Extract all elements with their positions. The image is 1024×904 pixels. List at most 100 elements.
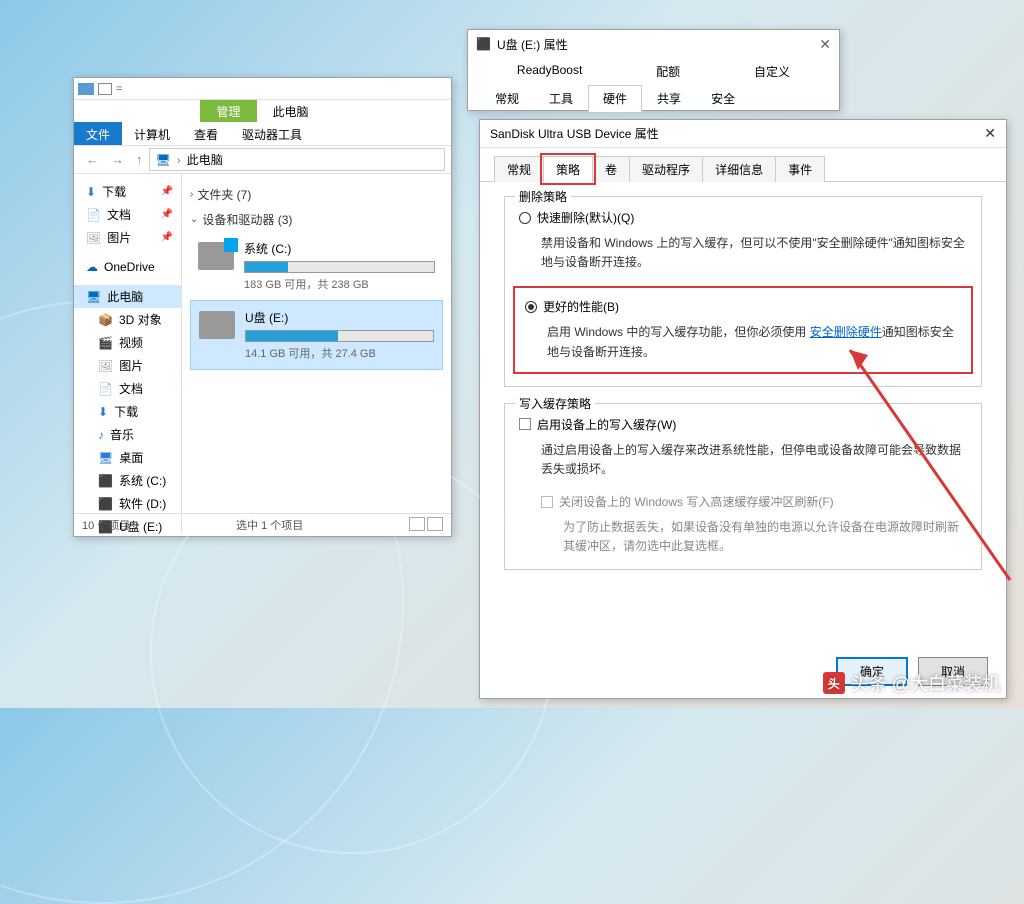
sidebar-item-documents[interactable]: 📄文档📌 xyxy=(74,203,181,226)
video-icon: 🎬 xyxy=(98,336,113,350)
tab-tools[interactable]: 工具 xyxy=(534,85,588,112)
sidebar-label: OneDrive xyxy=(104,260,155,274)
sidebar-item-downloads[interactable]: ⬇下载📌 xyxy=(74,180,181,203)
pc-icon: 🖥 xyxy=(156,153,171,167)
sidebar-label: 系统 (C:) xyxy=(119,472,166,489)
tab-general[interactable]: 常规 xyxy=(480,85,534,112)
picture-icon: 🖼 xyxy=(86,231,101,245)
tab-customize[interactable]: 自定义 xyxy=(739,58,805,85)
sidebar-item-downloads2[interactable]: ⬇下载 xyxy=(74,400,181,423)
checkbox-label: 启用设备上的写入缓存(W) xyxy=(537,416,676,433)
chevron-down-icon: ⌄ xyxy=(190,214,198,225)
explorer-content: ›文件夹 (7) ⌄ 设备和驱动器 (3) 系统 (C:) 183 GB 可用，共… xyxy=(182,174,451,534)
sidebar-item-videos[interactable]: 🎬视频 xyxy=(74,331,181,354)
drive-c[interactable]: 系统 (C:) 183 GB 可用，共 238 GB xyxy=(190,232,443,300)
menu-view[interactable]: 查看 xyxy=(182,122,230,145)
nav-fwd-icon[interactable]: → xyxy=(111,152,124,167)
sidebar-item-sysc[interactable]: ⬛ 系统 (C:) xyxy=(74,469,181,492)
nav-back-icon[interactable]: ← xyxy=(86,152,99,167)
download-icon: ⬇ xyxy=(86,185,96,199)
sidebar-item-onedrive[interactable]: ☁OneDrive xyxy=(74,257,181,277)
enable-cache-desc: 通过启用设备上的写入缓存来改进系统性能，但停电或设备故障可能会导致数据丢失或损坏… xyxy=(519,441,967,479)
sidebar-label: 桌面 xyxy=(119,449,143,466)
drive-icon xyxy=(199,311,235,339)
safely-remove-link[interactable]: 安全删除硬件 xyxy=(810,325,882,339)
explorer-menu: 文件 计算机 查看 驱动器工具 xyxy=(74,122,451,146)
sidebar-label: 软件 (D:) xyxy=(119,495,166,512)
menu-computer[interactable]: 计算机 xyxy=(122,122,182,145)
quick-removal-desc: 禁用设备和 Windows 上的写入缓存，但可以不使用"安全删除硬件"通知图标安… xyxy=(519,234,967,272)
menu-file[interactable]: 文件 xyxy=(74,122,122,145)
drive-icon: ⬛ xyxy=(98,474,113,488)
folder-icon xyxy=(98,83,112,95)
pc-icon: 🖥 xyxy=(86,290,101,304)
watermark-icon: 头 xyxy=(823,672,845,694)
drive-icon: ⬛ xyxy=(476,37,491,51)
chevron-right-icon: › xyxy=(190,189,193,200)
ribbon-tab-thispc: 此电脑 xyxy=(257,100,325,122)
sidebar-item-desktop[interactable]: 🖥 桌面 xyxy=(74,446,181,469)
sidebar-item-pictures2[interactable]: 🖼 图片 xyxy=(74,354,181,377)
checkbox-icon xyxy=(519,418,531,430)
menu-drive-tools[interactable]: 驱动器工具 xyxy=(230,122,314,145)
nav-up-icon[interactable]: ↑ xyxy=(136,152,143,167)
device-properties-dialog: SanDisk Ultra USB Device 属性 ✕ 常规 策略 卷 驱动… xyxy=(479,119,1007,699)
sidebar-item-thispc[interactable]: 🖥此电脑 xyxy=(74,285,181,308)
ribbon-tab-manage[interactable]: 管理 xyxy=(200,100,256,122)
tab-hardware[interactable]: 硬件 xyxy=(588,85,642,112)
document-icon: 📄 xyxy=(86,208,101,222)
tab-policy[interactable]: 策略 xyxy=(543,156,593,182)
explorer-sidebar: ⬇下载📌 📄文档📌 🖼图片📌 ☁OneDrive 🖥此电脑 📦3D 对象 🎬视频… xyxy=(74,174,182,534)
sidebar-item-music[interactable]: ♪音乐 xyxy=(74,423,181,446)
address-text: 此电脑 xyxy=(187,151,223,168)
tab-quota[interactable]: 配额 xyxy=(641,58,695,85)
tab-volumes[interactable]: 卷 xyxy=(592,156,630,182)
radio-quick-removal[interactable]: 快速删除(默认)(Q) xyxy=(519,209,967,226)
group-label: 设备和驱动器 (3) xyxy=(202,211,292,228)
group-title: 写入缓存策略 xyxy=(515,395,595,412)
sidebar-label: 图片 xyxy=(107,229,131,246)
group-devices[interactable]: ⌄ 设备和驱动器 (3) xyxy=(190,207,443,232)
drive-usage-bar xyxy=(244,261,435,273)
close-icon[interactable]: ✕ xyxy=(984,125,996,142)
sidebar-item-softd[interactable]: ⬛ 软件 (D:) xyxy=(74,492,181,515)
desktop-icon: 🖥 xyxy=(98,451,113,465)
drive-stats: 183 GB 可用，共 238 GB xyxy=(244,276,435,292)
tab-sharing[interactable]: 共享 xyxy=(642,85,696,112)
drive-icon: ⬛ xyxy=(98,497,113,511)
explorer-titlebar[interactable]: = xyxy=(74,78,451,100)
group-title: 删除策略 xyxy=(515,188,571,205)
tab-driver[interactable]: 驱动程序 xyxy=(629,156,703,182)
address-bar[interactable]: 🖥 › 此电脑 xyxy=(149,148,446,171)
tab-security[interactable]: 安全 xyxy=(696,85,750,112)
props-titlebar[interactable]: ⬛ U盘 (E:) 属性 ✕ xyxy=(468,30,839,58)
sidebar-label: 下载 xyxy=(102,183,126,200)
picture-icon: 🖼 xyxy=(98,359,113,373)
radio-icon xyxy=(519,212,531,224)
policy-panel: 删除策略 快速删除(默认)(Q) 禁用设备和 Windows 上的写入缓存，但可… xyxy=(480,182,1006,600)
radio-better-performance[interactable]: 更好的性能(B) xyxy=(525,298,961,315)
ribbon-context-tabs: 管理 此电脑 xyxy=(74,100,451,122)
props-tabs-row2: 常规 工具 硬件 共享 安全 xyxy=(468,85,839,112)
tab-general[interactable]: 常规 xyxy=(494,156,544,182)
devprops-titlebar[interactable]: SanDisk Ultra USB Device 属性 ✕ xyxy=(480,120,1006,148)
explorer-window: = 管理 此电脑 文件 计算机 查看 驱动器工具 ← → ↑ 🖥 › 此电脑 ⬇… xyxy=(73,77,452,537)
checkbox-label: 关闭设备上的 Windows 写入高速缓存缓冲区刷新(F) xyxy=(559,493,834,510)
checkbox-enable-cache[interactable]: 启用设备上的写入缓存(W) xyxy=(519,416,967,433)
sidebar-item-3d[interactable]: 📦3D 对象 xyxy=(74,308,181,331)
better-performance-highlight: 更好的性能(B) 启用 Windows 中的写入缓存功能，但你必须使用 安全删除… xyxy=(513,286,973,373)
status-count: 10 个项目 xyxy=(82,517,130,533)
view-mode-icons[interactable] xyxy=(409,517,443,533)
tab-readyboost[interactable]: ReadyBoost xyxy=(502,58,597,85)
sidebar-item-documents2[interactable]: 📄文档 xyxy=(74,377,181,400)
sidebar-item-pictures[interactable]: 🖼图片📌 xyxy=(74,226,181,249)
cube-icon: 📦 xyxy=(98,313,113,327)
tab-events[interactable]: 事件 xyxy=(775,156,825,182)
group-folders[interactable]: ›文件夹 (7) xyxy=(190,182,443,207)
close-icon[interactable]: ✕ xyxy=(819,36,831,53)
tab-details[interactable]: 详细信息 xyxy=(702,156,776,182)
drive-e[interactable]: U盘 (E:) 14.1 GB 可用，共 27.4 GB xyxy=(190,300,443,370)
watermark-text: 头条 @大白菜装机 xyxy=(851,670,1000,696)
sidebar-label: 图片 xyxy=(119,357,143,374)
devprops-title: SanDisk Ultra USB Device 属性 xyxy=(490,125,659,142)
